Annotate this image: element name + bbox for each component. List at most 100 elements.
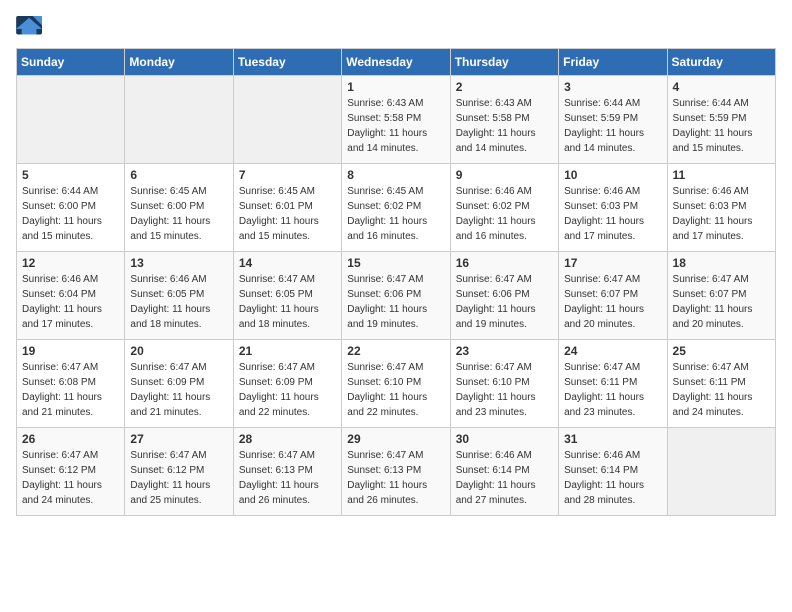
calendar-cell: 18 Sunrise: 6:47 AMSunset: 6:07 PMDaylig… [667, 252, 775, 340]
calendar-cell: 4 Sunrise: 6:44 AMSunset: 5:59 PMDayligh… [667, 76, 775, 164]
calendar-cell: 23 Sunrise: 6:47 AMSunset: 6:10 PMDaylig… [450, 340, 558, 428]
day-number: 29 [347, 432, 444, 446]
day-number: 24 [564, 344, 661, 358]
calendar-cell: 13 Sunrise: 6:46 AMSunset: 6:05 PMDaylig… [125, 252, 233, 340]
calendar-cell: 2 Sunrise: 6:43 AMSunset: 5:58 PMDayligh… [450, 76, 558, 164]
day-info: Sunrise: 6:47 AMSunset: 6:08 PMDaylight:… [22, 360, 119, 420]
day-number: 16 [456, 256, 553, 270]
calendar-cell: 30 Sunrise: 6:46 AMSunset: 6:14 PMDaylig… [450, 428, 558, 516]
day-info: Sunrise: 6:47 AMSunset: 6:06 PMDaylight:… [456, 272, 553, 332]
day-info: Sunrise: 6:47 AMSunset: 6:09 PMDaylight:… [239, 360, 336, 420]
calendar-cell: 20 Sunrise: 6:47 AMSunset: 6:09 PMDaylig… [125, 340, 233, 428]
calendar-cell [667, 428, 775, 516]
calendar-cell: 8 Sunrise: 6:45 AMSunset: 6:02 PMDayligh… [342, 164, 450, 252]
day-number: 22 [347, 344, 444, 358]
column-header-tuesday: Tuesday [233, 49, 341, 76]
column-header-saturday: Saturday [667, 49, 775, 76]
calendar-cell: 12 Sunrise: 6:46 AMSunset: 6:04 PMDaylig… [17, 252, 125, 340]
day-number: 17 [564, 256, 661, 270]
day-number: 15 [347, 256, 444, 270]
day-info: Sunrise: 6:47 AMSunset: 6:13 PMDaylight:… [347, 448, 444, 508]
day-number: 30 [456, 432, 553, 446]
day-info: Sunrise: 6:46 AMSunset: 6:14 PMDaylight:… [456, 448, 553, 508]
day-info: Sunrise: 6:45 AMSunset: 6:00 PMDaylight:… [130, 184, 227, 244]
day-number: 8 [347, 168, 444, 182]
calendar-cell: 25 Sunrise: 6:47 AMSunset: 6:11 PMDaylig… [667, 340, 775, 428]
calendar-cell [233, 76, 341, 164]
calendar-cell: 1 Sunrise: 6:43 AMSunset: 5:58 PMDayligh… [342, 76, 450, 164]
calendar-cell: 14 Sunrise: 6:47 AMSunset: 6:05 PMDaylig… [233, 252, 341, 340]
day-info: Sunrise: 6:46 AMSunset: 6:02 PMDaylight:… [456, 184, 553, 244]
day-number: 27 [130, 432, 227, 446]
day-info: Sunrise: 6:46 AMSunset: 6:04 PMDaylight:… [22, 272, 119, 332]
calendar-cell: 10 Sunrise: 6:46 AMSunset: 6:03 PMDaylig… [559, 164, 667, 252]
calendar-cell: 9 Sunrise: 6:46 AMSunset: 6:02 PMDayligh… [450, 164, 558, 252]
day-info: Sunrise: 6:47 AMSunset: 6:06 PMDaylight:… [347, 272, 444, 332]
day-info: Sunrise: 6:47 AMSunset: 6:09 PMDaylight:… [130, 360, 227, 420]
column-header-friday: Friday [559, 49, 667, 76]
calendar-cell: 3 Sunrise: 6:44 AMSunset: 5:59 PMDayligh… [559, 76, 667, 164]
day-number: 18 [673, 256, 770, 270]
day-info: Sunrise: 6:44 AMSunset: 5:59 PMDaylight:… [673, 96, 770, 156]
calendar-cell: 27 Sunrise: 6:47 AMSunset: 6:12 PMDaylig… [125, 428, 233, 516]
day-number: 23 [456, 344, 553, 358]
day-info: Sunrise: 6:47 AMSunset: 6:07 PMDaylight:… [564, 272, 661, 332]
calendar-cell [125, 76, 233, 164]
calendar-cell: 24 Sunrise: 6:47 AMSunset: 6:11 PMDaylig… [559, 340, 667, 428]
calendar-cell: 15 Sunrise: 6:47 AMSunset: 6:06 PMDaylig… [342, 252, 450, 340]
day-number: 25 [673, 344, 770, 358]
day-info: Sunrise: 6:46 AMSunset: 6:14 PMDaylight:… [564, 448, 661, 508]
day-info: Sunrise: 6:45 AMSunset: 6:02 PMDaylight:… [347, 184, 444, 244]
calendar-cell: 21 Sunrise: 6:47 AMSunset: 6:09 PMDaylig… [233, 340, 341, 428]
week-row-2: 5 Sunrise: 6:44 AMSunset: 6:00 PMDayligh… [17, 164, 776, 252]
day-info: Sunrise: 6:45 AMSunset: 6:01 PMDaylight:… [239, 184, 336, 244]
week-row-5: 26 Sunrise: 6:47 AMSunset: 6:12 PMDaylig… [17, 428, 776, 516]
day-info: Sunrise: 6:47 AMSunset: 6:11 PMDaylight:… [564, 360, 661, 420]
day-info: Sunrise: 6:47 AMSunset: 6:12 PMDaylight:… [22, 448, 119, 508]
day-number: 20 [130, 344, 227, 358]
day-number: 11 [673, 168, 770, 182]
calendar-cell: 5 Sunrise: 6:44 AMSunset: 6:00 PMDayligh… [17, 164, 125, 252]
day-info: Sunrise: 6:46 AMSunset: 6:05 PMDaylight:… [130, 272, 227, 332]
column-header-thursday: Thursday [450, 49, 558, 76]
week-row-3: 12 Sunrise: 6:46 AMSunset: 6:04 PMDaylig… [17, 252, 776, 340]
day-number: 28 [239, 432, 336, 446]
column-header-sunday: Sunday [17, 49, 125, 76]
day-number: 19 [22, 344, 119, 358]
header-row: SundayMondayTuesdayWednesdayThursdayFrid… [17, 49, 776, 76]
day-number: 1 [347, 80, 444, 94]
calendar-cell: 16 Sunrise: 6:47 AMSunset: 6:06 PMDaylig… [450, 252, 558, 340]
day-number: 13 [130, 256, 227, 270]
calendar-cell: 31 Sunrise: 6:46 AMSunset: 6:14 PMDaylig… [559, 428, 667, 516]
page-header [16, 16, 776, 40]
calendar-cell: 17 Sunrise: 6:47 AMSunset: 6:07 PMDaylig… [559, 252, 667, 340]
day-number: 14 [239, 256, 336, 270]
day-info: Sunrise: 6:47 AMSunset: 6:05 PMDaylight:… [239, 272, 336, 332]
calendar-cell: 7 Sunrise: 6:45 AMSunset: 6:01 PMDayligh… [233, 164, 341, 252]
day-info: Sunrise: 6:44 AMSunset: 5:59 PMDaylight:… [564, 96, 661, 156]
day-number: 5 [22, 168, 119, 182]
day-info: Sunrise: 6:47 AMSunset: 6:10 PMDaylight:… [456, 360, 553, 420]
calendar-cell: 26 Sunrise: 6:47 AMSunset: 6:12 PMDaylig… [17, 428, 125, 516]
day-number: 21 [239, 344, 336, 358]
day-number: 3 [564, 80, 661, 94]
day-info: Sunrise: 6:46 AMSunset: 6:03 PMDaylight:… [673, 184, 770, 244]
calendar-cell: 6 Sunrise: 6:45 AMSunset: 6:00 PMDayligh… [125, 164, 233, 252]
day-info: Sunrise: 6:44 AMSunset: 6:00 PMDaylight:… [22, 184, 119, 244]
week-row-4: 19 Sunrise: 6:47 AMSunset: 6:08 PMDaylig… [17, 340, 776, 428]
calendar-cell: 28 Sunrise: 6:47 AMSunset: 6:13 PMDaylig… [233, 428, 341, 516]
day-number: 26 [22, 432, 119, 446]
calendar-cell: 22 Sunrise: 6:47 AMSunset: 6:10 PMDaylig… [342, 340, 450, 428]
day-number: 12 [22, 256, 119, 270]
calendar-table: SundayMondayTuesdayWednesdayThursdayFrid… [16, 48, 776, 516]
day-info: Sunrise: 6:47 AMSunset: 6:13 PMDaylight:… [239, 448, 336, 508]
calendar-cell: 11 Sunrise: 6:46 AMSunset: 6:03 PMDaylig… [667, 164, 775, 252]
day-number: 2 [456, 80, 553, 94]
logo [16, 16, 46, 40]
day-number: 31 [564, 432, 661, 446]
day-info: Sunrise: 6:47 AMSunset: 6:10 PMDaylight:… [347, 360, 444, 420]
day-number: 9 [456, 168, 553, 182]
week-row-1: 1 Sunrise: 6:43 AMSunset: 5:58 PMDayligh… [17, 76, 776, 164]
day-number: 6 [130, 168, 227, 182]
calendar-cell [17, 76, 125, 164]
